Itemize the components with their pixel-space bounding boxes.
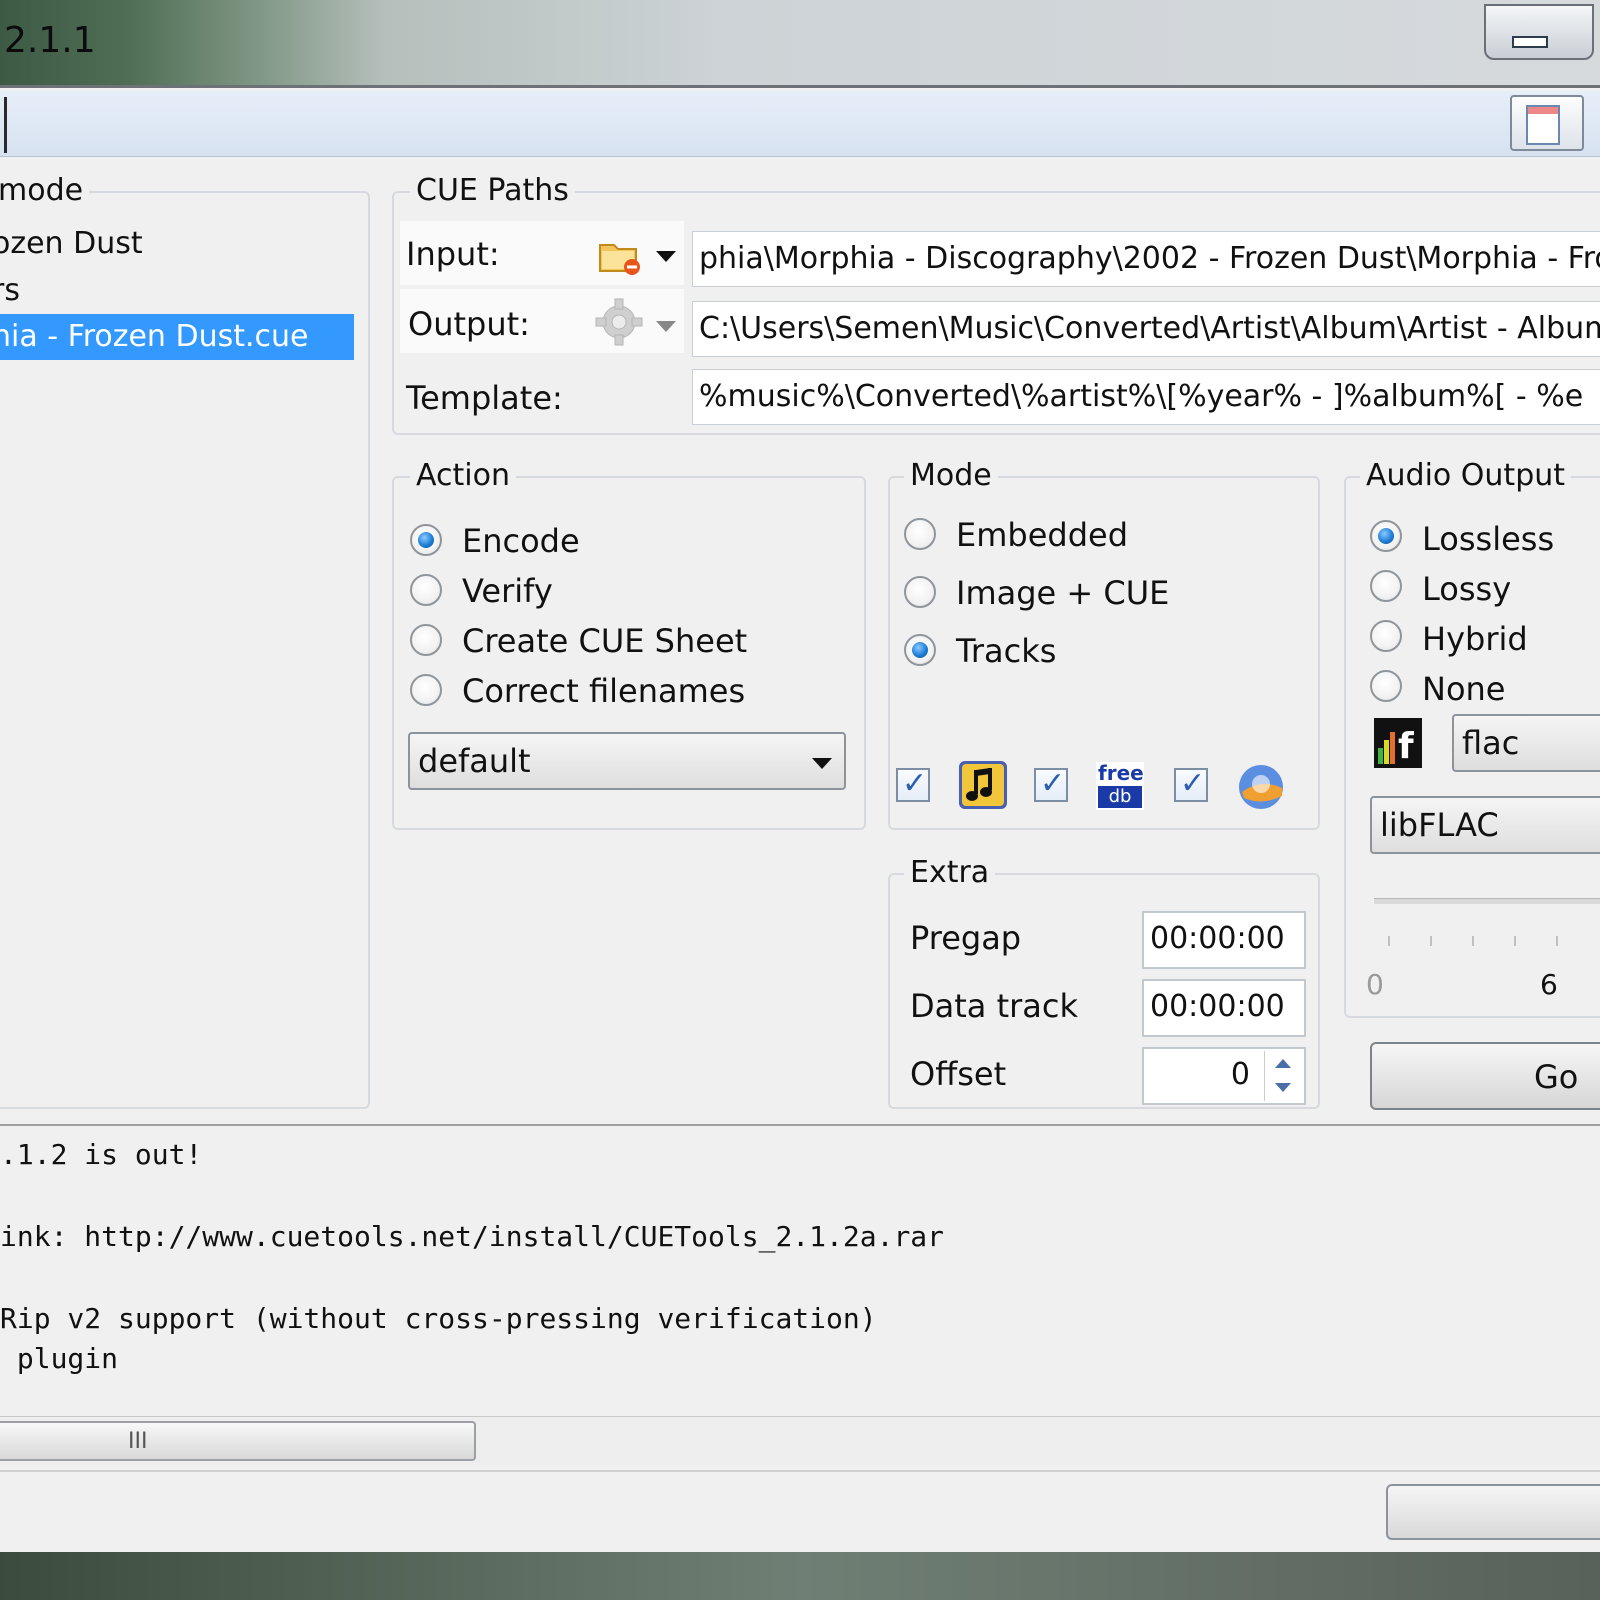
use-freedb-checkbox[interactable]: [1034, 766, 1068, 802]
toolbar-separator: [4, 97, 7, 153]
audio-encoder-select[interactable]: libFLAC: [1370, 796, 1600, 854]
output-path-field[interactable]: C:\Users\Semen\Music\Converted\Artist\Al…: [692, 301, 1600, 357]
action-correct-filenames-radio[interactable]: [410, 674, 442, 706]
action-correct-filenames-label[interactable]: Correct filenames: [462, 672, 745, 710]
horizontal-scrollbar[interactable]: III: [0, 1416, 1600, 1466]
slider-tick: [1514, 936, 1516, 946]
action-encode-radio[interactable]: [410, 524, 442, 556]
mode-legend: Mode: [904, 458, 998, 493]
stop-button[interactable]: [1386, 1484, 1600, 1540]
tree-item[interactable]: rs: [0, 268, 354, 314]
extra-legend: Extra: [904, 855, 996, 890]
lossy-label[interactable]: Lossy: [1422, 570, 1511, 608]
none-label[interactable]: None: [1422, 670, 1505, 708]
freedb-icon-bottom-text: db: [1098, 786, 1142, 808]
log-line: Rip v2 support (without cross-pressing v…: [0, 1302, 877, 1335]
mode-group: Mode Embedded Image + CUE Tracks free db: [888, 458, 1320, 830]
lossless-label[interactable]: Lossless: [1422, 520, 1554, 558]
action-verify-label[interactable]: Verify: [462, 572, 553, 610]
file-browser-panel: mode ozen Dust rs hia - Frozen Dust.cue: [0, 173, 370, 1109]
mode-image-cue-radio[interactable]: [904, 576, 936, 608]
input-dropdown-arrow[interactable]: [656, 251, 676, 262]
input-path-field[interactable]: phia\Morphia - Discography\2002 - Frozen…: [692, 231, 1600, 287]
folder-browse-icon[interactable]: [598, 237, 640, 275]
script-select[interactable]: default: [408, 732, 846, 790]
action-verify-radio[interactable]: [410, 574, 442, 606]
log-textbox[interactable]: .1.2 is out! ink: http://www.cuetools.ne…: [0, 1124, 1600, 1416]
audio-output-legend: Audio Output: [1360, 458, 1572, 493]
pregap-field[interactable]: 00:00:00: [1142, 911, 1306, 969]
svg-text:f: f: [1398, 726, 1414, 767]
freedb-icon: free db: [1096, 762, 1144, 810]
freedb-icon-top-text: free: [1098, 761, 1144, 785]
go-button-label: Go: [1534, 1058, 1579, 1096]
flac-logo-icon: f: [1374, 718, 1422, 768]
extra-group: Extra Pregap 00:00:00 Data track 00:00:0…: [888, 855, 1320, 1109]
file-browser-legend: mode: [0, 173, 90, 208]
slider-tick: [1388, 936, 1390, 946]
action-create-cue-radio[interactable]: [410, 624, 442, 656]
globe-icon: [1236, 762, 1286, 812]
data-track-field[interactable]: 00:00:00: [1142, 979, 1306, 1037]
output-dropdown-arrow[interactable]: [656, 321, 676, 332]
use-accuraterip-checkbox[interactable]: [1174, 766, 1208, 802]
none-radio[interactable]: [1370, 670, 1402, 702]
log-toggle-button[interactable]: [1510, 95, 1584, 151]
compression-slider-track[interactable]: [1374, 898, 1600, 904]
status-bar: [0, 1470, 1600, 1552]
minimize-icon: [1512, 36, 1548, 48]
tree-item[interactable]: ozen Dust: [0, 221, 354, 267]
audio-format-select[interactable]: flac: [1452, 714, 1600, 772]
toolbar: [0, 91, 1600, 157]
cue-paths-legend: CUE Paths: [410, 173, 575, 208]
offset-label: Offset: [910, 1055, 1007, 1093]
tree-item-selected[interactable]: hia - Frozen Dust.cue: [0, 314, 354, 360]
hybrid-label[interactable]: Hybrid: [1422, 620, 1528, 658]
chevron-down-icon: [812, 758, 832, 769]
action-group: Action Encode Verify Create CUE Sheet Co…: [392, 458, 866, 830]
spin-up-icon[interactable]: [1275, 1059, 1291, 1068]
input-label: Input:: [406, 235, 500, 273]
mode-tracks-label[interactable]: Tracks: [956, 632, 1056, 670]
offset-spinner[interactable]: [1264, 1051, 1302, 1101]
template-label: Template:: [406, 379, 563, 417]
audio-output-group: Audio Output Lossless Lossy Hybrid None …: [1344, 458, 1600, 1018]
action-encode-label[interactable]: Encode: [462, 522, 580, 560]
slider-tick: [1556, 936, 1558, 946]
mode-image-cue-label[interactable]: Image + CUE: [956, 574, 1169, 612]
window-title: 2.1.1: [4, 20, 96, 61]
go-button[interactable]: Go: [1370, 1042, 1600, 1110]
slider-min-label: 0: [1366, 968, 1384, 1001]
data-track-label: Data track: [910, 987, 1079, 1025]
cue-paths-group: CUE Paths Input: phia\Morphia - Discogra…: [392, 173, 1600, 435]
minimize-button[interactable]: [1484, 4, 1594, 60]
slider-tick: [1430, 936, 1432, 946]
mode-tracks-radio[interactable]: [904, 634, 936, 666]
hybrid-radio[interactable]: [1370, 620, 1402, 652]
mode-embedded-label[interactable]: Embedded: [956, 516, 1128, 554]
script-select-value: default: [418, 742, 531, 780]
pregap-label: Pregap: [910, 919, 1022, 957]
spin-down-icon[interactable]: [1275, 1083, 1291, 1092]
use-tags-checkbox[interactable]: [896, 766, 930, 802]
desktop-taskbar: [0, 1552, 1600, 1600]
lossy-radio[interactable]: [1370, 570, 1402, 602]
slider-tick-label: 6: [1540, 968, 1558, 1001]
action-legend: Action: [410, 458, 516, 493]
slider-tick: [1472, 936, 1474, 946]
scrollbar-grip-icon: III: [128, 1429, 148, 1454]
action-create-cue-label[interactable]: Create CUE Sheet: [462, 622, 747, 660]
gear-icon[interactable]: [594, 297, 644, 347]
notepad-icon: [1526, 105, 1560, 145]
log-line: .1.2 is out!: [0, 1138, 203, 1171]
lossless-radio[interactable]: [1370, 520, 1402, 552]
log-line: plugin: [0, 1342, 119, 1375]
log-line: ink: http://www.cuetools.net/install/CUE…: [0, 1220, 945, 1253]
scrollbar-thumb[interactable]: III: [0, 1421, 476, 1461]
output-label: Output:: [408, 305, 530, 343]
template-field[interactable]: %music%\Converted\%artist%\[%year% - ]%a…: [692, 369, 1600, 425]
music-note-icon: [958, 760, 1008, 810]
title-bar: 2.1.1: [0, 0, 1600, 88]
mode-embedded-radio[interactable]: [904, 518, 936, 550]
